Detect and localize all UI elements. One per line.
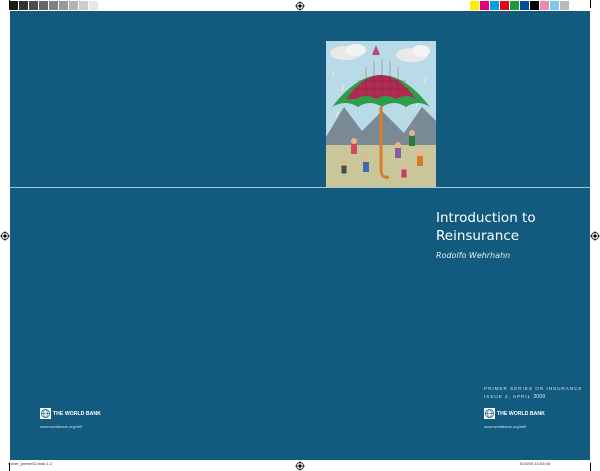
color-swatch [510,1,520,10]
color-swatch [99,1,109,10]
color-swatch [89,1,99,10]
color-swatch [490,1,500,10]
series-line: PRIMER SERIES ON INSURANCE [484,386,583,391]
color-swatch [550,1,560,10]
front-logo-text: THE WORLD BANK [497,410,545,417]
issue-label: ISSUE 2, APRIL [484,394,534,399]
cover-spread: Introduction to Reinsurance Rodolfo Wehr… [10,11,590,460]
world-bank-globe-icon [484,408,495,419]
back-logo-text: THE WORLD BANK [53,410,101,417]
color-swatch [480,1,490,10]
book-title: Introduction to Reinsurance [436,210,536,244]
issue-line: ISSUE 2, APRIL 2009 [484,393,583,401]
registration-mark-right-icon [590,231,600,241]
registration-mark-left-icon [0,231,10,241]
fold-line [10,187,590,188]
color-swatch [59,1,69,10]
crop-mark [9,0,10,8]
color-swatch [79,1,89,10]
color-swatch [470,1,480,10]
crop-mark [590,463,591,471]
world-bank-globe-icon [40,408,51,419]
color-swatch [49,1,59,10]
slug-left: Cover_primer02.indd 1-2 [8,461,53,466]
color-swatch [39,1,49,10]
back-cover-url: www.worldbank.org/nbfi [40,424,83,429]
color-swatch [9,1,19,10]
process-color-bar [470,1,570,10]
back-cover-logo: THE WORLD BANK [40,408,101,419]
registration-mark-bottom-icon [295,461,305,471]
color-swatch [520,1,530,10]
title-block: Introduction to Reinsurance Rodolfo Wehr… [436,209,536,260]
color-swatch [29,1,39,10]
color-swatch [530,1,540,10]
color-swatch [69,1,79,10]
umbrella-illustration [326,41,436,187]
front-cover-logo: THE WORLD BANK [484,408,545,419]
slug-right: 5/15/09 10:53:08 [520,461,551,466]
grayscale-color-bar [9,1,109,10]
issue-year: 2009 [533,394,546,400]
series-info: PRIMER SERIES ON INSURANCE ISSUE 2, APRI… [484,385,583,401]
crop-mark [590,0,591,8]
author-name: Rodolfo Wehrhahn [436,251,511,260]
color-swatch [500,1,510,10]
registration-mark-top-icon [295,1,305,11]
front-cover-url: www.worldbank.org/nbfi [484,424,527,429]
color-swatch [540,1,550,10]
color-swatch [560,1,570,10]
color-swatch [19,1,29,10]
